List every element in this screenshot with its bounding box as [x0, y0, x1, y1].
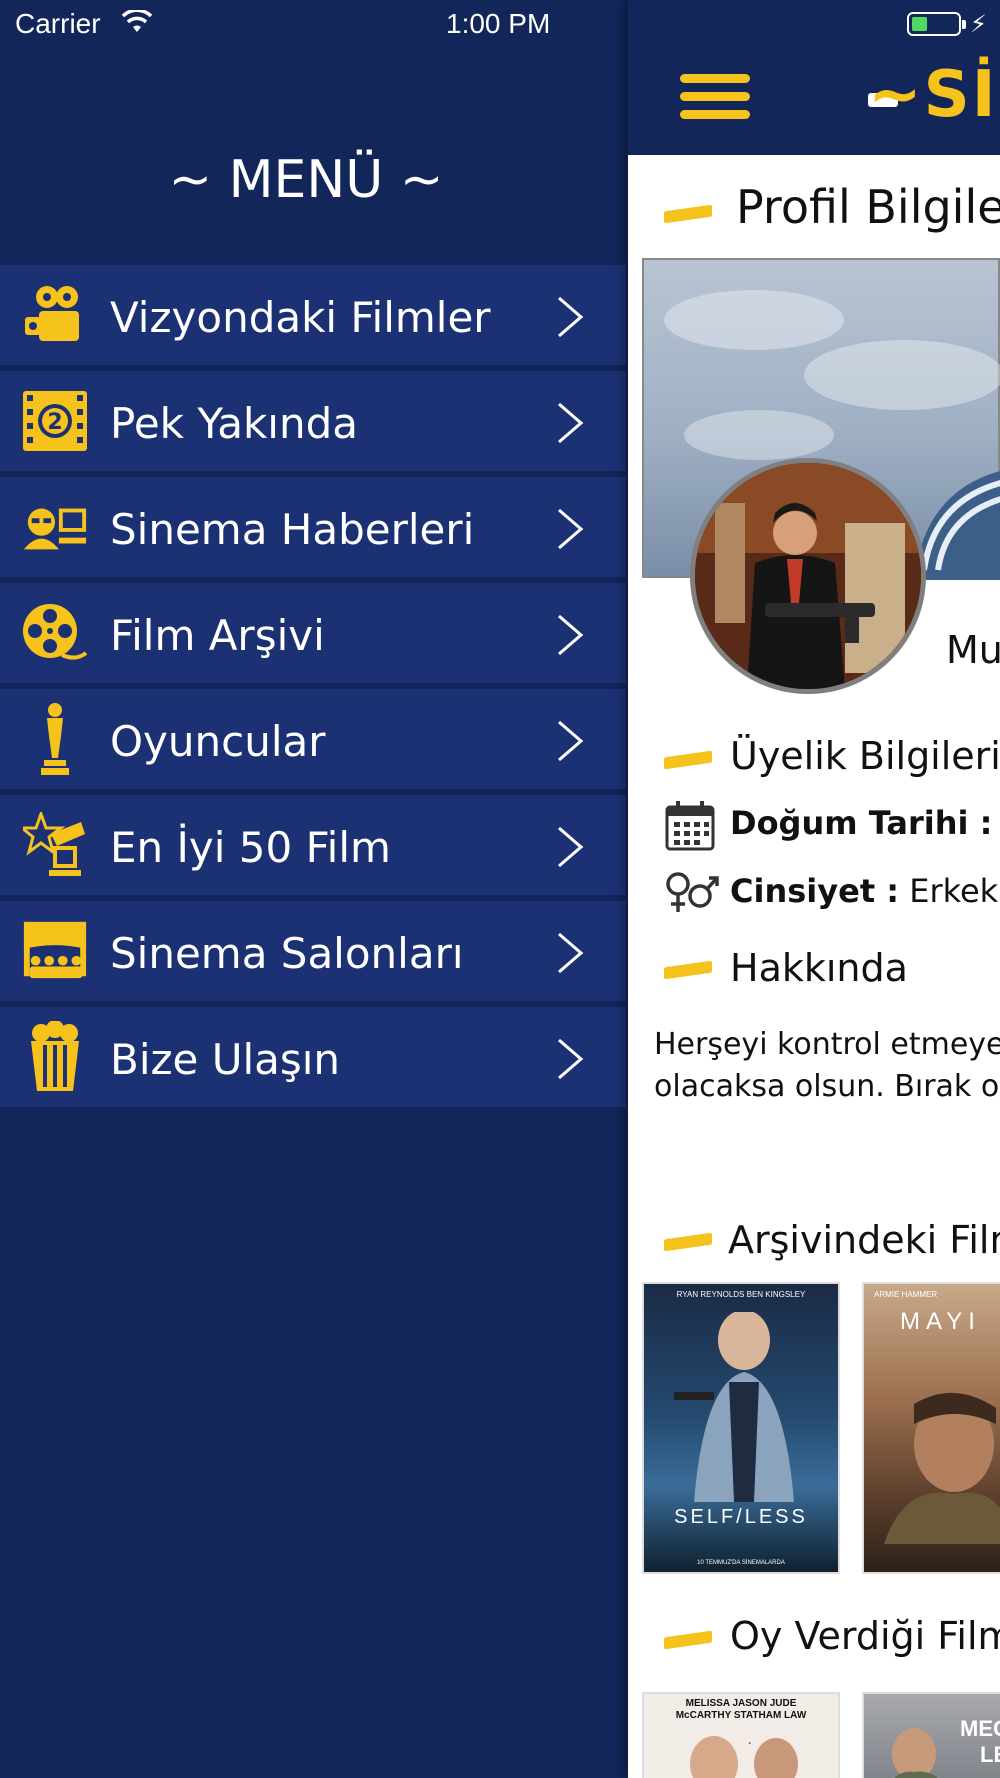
- movie-poster-mayin[interactable]: ARMIE HAMMER MAYI: [862, 1282, 1000, 1574]
- about-line-2: olacaksa olsun. Bırak o: [654, 1069, 1000, 1104]
- menu-item-en-iyi-50-film[interactable]: En İyi 50 Film: [0, 795, 626, 895]
- about-title: Hakkında: [730, 946, 908, 990]
- menu-item-label: Sinema Salonları: [110, 929, 464, 978]
- menu-item-pek-yakinda[interactable]: 2 Pek Yakında: [0, 371, 626, 471]
- section-marker-icon: [664, 1630, 712, 1650]
- poster-actor: ARMIE HAMMER: [874, 1290, 938, 1299]
- popcorn-icon: [22, 1021, 88, 1091]
- archive-title: Arşivindeki Film: [728, 1218, 1000, 1262]
- carrier-label: Carrier: [15, 8, 101, 39]
- star-film-icon: [22, 812, 88, 877]
- menu-item-bize-ulasin[interactable]: Bize Ulaşın: [0, 1007, 626, 1107]
- gender-row: Cinsiyet : Erkek: [730, 872, 998, 910]
- poster-title: MEGA: [960, 1716, 1000, 1741]
- poster-actors: MELISSA JASON JUDE: [685, 1698, 797, 1709]
- battery-icon: [907, 12, 966, 36]
- voted-title: Oy Verdiği Filml: [730, 1614, 1000, 1658]
- brand-logo: ~SİN: [868, 58, 1000, 132]
- birth-date-value: 18: [992, 804, 1000, 842]
- menu-item-label: En İyi 50 Film: [110, 823, 391, 872]
- movie-poster-selfless[interactable]: RYAN REYNOLDS BEN KINGSLEY SELF/LESS 10 …: [642, 1282, 840, 1574]
- membership-title: Üyelik Bilgileri: [730, 734, 1000, 778]
- cinema-news-icon: [22, 495, 88, 559]
- clock: 1:00 PM: [446, 8, 551, 39]
- film-camera-icon: [22, 283, 88, 347]
- menu-list: Vizyondaki Filmler 2 Pek Yakında Sinema …: [0, 265, 626, 1113]
- hamburger-menu-icon[interactable]: [680, 74, 750, 124]
- birth-date-row: Doğum Tarihi : 18: [730, 804, 1000, 842]
- birth-date-label: Doğum Tarihi :: [730, 804, 993, 842]
- status-bar: Carrier 1:00 PM ⚡: [0, 0, 1000, 52]
- menu-item-oyuncular[interactable]: Oyuncular: [0, 689, 626, 789]
- menu-item-label: Pek Yakında: [110, 399, 358, 448]
- poster-title-2: LE: [980, 1742, 1000, 1767]
- menu-item-label: Bize Ulaşın: [110, 1035, 341, 1084]
- username: Mu: [946, 628, 1000, 672]
- gender-icon: [664, 868, 720, 920]
- oscar-statue-icon: [22, 703, 88, 775]
- chevron-right-icon: [555, 401, 585, 449]
- menu-item-label: Sinema Haberleri: [110, 505, 475, 554]
- menu-item-vizyondaki-filmler[interactable]: Vizyondaki Filmler: [0, 265, 626, 365]
- side-menu: ~ MENÜ ~ Vizyondaki Filmler 2 Pek Yakınd…: [0, 0, 628, 1778]
- film-countdown-icon: 2: [22, 389, 88, 453]
- section-marker-icon: [664, 204, 712, 224]
- movie-poster-spy[interactable]: MELISSA JASON JUDE McCARTHY STATHAM LAW …: [642, 1692, 840, 1778]
- svg-text:2: 2: [47, 410, 62, 435]
- section-marker-icon: [664, 960, 712, 980]
- avatar[interactable]: [690, 458, 926, 694]
- theater-seats-icon: [22, 919, 88, 983]
- chevron-right-icon: [555, 1037, 585, 1085]
- wifi-icon: [121, 8, 153, 38]
- menu-item-label: Oyuncular: [110, 717, 326, 766]
- poster-title: SELF/LESS: [674, 1506, 808, 1528]
- svg-text:.: .: [748, 1737, 751, 1747]
- poster-actors-surnames: McCARTHY STATHAM LAW: [675, 1710, 807, 1721]
- menu-item-sinema-haberleri[interactable]: Sinema Haberleri: [0, 477, 626, 577]
- menu-item-sinema-salonlari[interactable]: Sinema Salonları: [0, 901, 626, 1001]
- poster-title: MAYI: [900, 1308, 981, 1335]
- menu-item-label: Vizyondaki Filmler: [110, 293, 491, 342]
- section-marker-icon: [664, 1232, 712, 1252]
- profile-screen[interactable]: ~SİN Profil Bilgiler Mu Üyelik Bilgileri: [628, 0, 1000, 1778]
- chevron-right-icon: [555, 825, 585, 873]
- menu-title: ~ MENÜ ~: [168, 150, 444, 210]
- page-title: Profil Bilgiler: [736, 180, 1000, 234]
- menu-item-film-arsivi[interactable]: Film Arşivi: [0, 583, 626, 683]
- chevron-right-icon: [555, 931, 585, 979]
- chevron-right-icon: [555, 613, 585, 661]
- chevron-right-icon: [555, 295, 585, 343]
- poster-release: 10 TEMMUZ'DA SİNEMALARDA: [697, 1560, 785, 1566]
- chevron-right-icon: [555, 507, 585, 555]
- charging-icon: ⚡: [970, 10, 987, 38]
- film-reel-icon: [22, 601, 88, 665]
- gender-value: Erkek: [899, 872, 999, 910]
- calendar-icon: [664, 800, 716, 856]
- about-text: Herşeyi kontrol etmeye olacaksa olsun. B…: [654, 1024, 1000, 1108]
- poster-actors: RYAN REYNOLDS BEN KINGSLEY: [676, 1290, 806, 1299]
- section-marker-icon: [664, 750, 712, 770]
- chevron-right-icon: [555, 719, 585, 767]
- menu-item-label: Film Arşivi: [110, 611, 325, 660]
- about-line-1: Herşeyi kontrol etmeye: [654, 1027, 1000, 1062]
- movie-poster-megan[interactable]: MEGA LE: [862, 1692, 1000, 1778]
- gender-label: Cinsiyet :: [730, 872, 900, 910]
